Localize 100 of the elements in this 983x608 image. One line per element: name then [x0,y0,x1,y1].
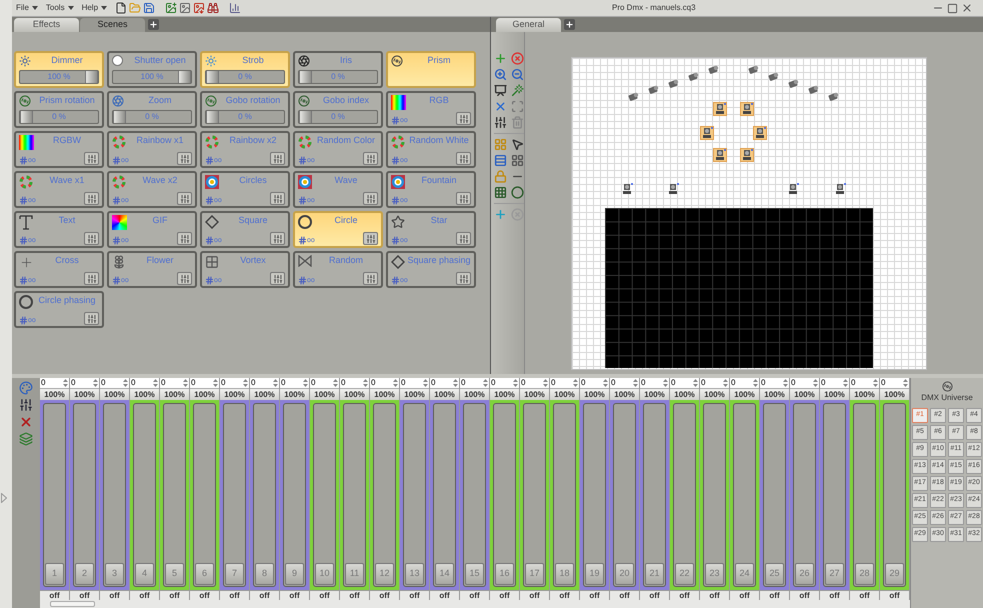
channel-state[interactable]: off [880,590,909,600]
channel-button[interactable]: 10 [315,563,334,585]
spinner-button[interactable] [482,378,489,388]
spinner-button[interactable] [62,378,69,388]
fixture[interactable] [833,182,847,196]
channel-button[interactable]: 18 [555,563,574,585]
spinner-button[interactable] [122,378,129,388]
slider-track[interactable]: 0 % [298,70,378,84]
spinner-button[interactable] [842,378,849,388]
fixture[interactable] [786,182,800,196]
fader-settings-button[interactable] [363,192,378,205]
fader-track[interactable]: 23 [703,403,726,587]
channel-button[interactable]: 16 [495,563,514,585]
fader-settings-button[interactable] [270,272,285,285]
pointer-icon[interactable] [510,138,524,151]
channel-state[interactable]: off [640,590,669,600]
channel-state[interactable]: off [160,590,189,600]
channel-state[interactable]: off [490,590,519,600]
spinner-button[interactable] [452,378,459,388]
channel-state[interactable]: off [520,590,549,600]
rows-icon[interactable] [494,154,507,167]
channel-state[interactable]: off [370,590,399,600]
image-add-icon[interactable] [165,2,178,14]
bar-chart-icon[interactable] [229,2,242,14]
fixture[interactable] [666,182,680,196]
menu-item[interactable]: Help [82,2,110,14]
channel-button[interactable]: 25 [765,563,784,585]
channel-button[interactable]: 27 [825,563,844,585]
channel-state[interactable]: off [670,590,699,600]
fixture[interactable] [700,126,714,140]
fixture[interactable] [740,102,754,116]
menu-item[interactable]: File [16,2,41,14]
spinner-button[interactable] [272,378,279,388]
effect-card[interactable]: Zoom 0 % [107,91,197,128]
slider-thumb[interactable] [85,71,98,83]
fader-track[interactable]: 14 [433,403,456,587]
value-input[interactable]: 0 [190,378,212,388]
channel-button[interactable]: 6 [195,563,214,585]
value-input[interactable]: 0 [430,378,452,388]
slider-track[interactable]: 100 % [19,70,99,84]
channel-button[interactable]: 15 [465,563,484,585]
slider-thumb[interactable] [113,111,126,123]
channel-button[interactable]: 13 [405,563,424,585]
fader-track[interactable]: 7 [223,403,246,587]
spinner-button[interactable] [152,378,159,388]
fader-settings-button[interactable] [456,152,471,165]
slider-track[interactable]: 0 % [19,110,99,124]
value-input[interactable]: 0 [520,378,542,388]
spinner-button[interactable] [722,378,729,388]
value-input[interactable]: 0 [550,378,572,388]
spinner-button[interactable] [692,378,699,388]
fixture[interactable] [713,102,727,116]
close-icon[interactable] [961,2,973,14]
effect-card[interactable]: Gobo rotation 0 % [200,91,290,128]
fader-settings-button[interactable] [177,232,192,245]
fader-track[interactable]: 25 [763,403,786,587]
slider-track[interactable]: 100 % [112,70,192,84]
channel-state[interactable]: off [790,590,819,600]
channel-button[interactable]: 24 [735,563,754,585]
channel-state[interactable]: off [700,590,729,600]
channel-button[interactable]: 20 [615,563,634,585]
image-icon[interactable] [179,2,192,14]
spinner-button[interactable] [182,378,189,388]
channel-state[interactable]: off [250,590,279,600]
fader-settings-button[interactable] [84,232,99,245]
fader-settings-button[interactable] [456,272,471,285]
spinner-button[interactable] [512,378,519,388]
fixture[interactable] [620,182,634,196]
grid-icon[interactable] [510,154,524,167]
spinner-button[interactable] [242,378,249,388]
spinner-button[interactable] [632,378,639,388]
circle-icon[interactable] [510,186,524,199]
channel-state[interactable]: off [100,590,129,600]
spinner-button[interactable] [752,378,759,388]
fader-settings-button[interactable] [177,272,192,285]
fader-track[interactable]: 9 [283,403,306,587]
value-input[interactable]: 0 [370,378,392,388]
spinner-button[interactable] [662,378,669,388]
value-input[interactable]: 0 [490,378,512,388]
tab[interactable]: Scenes [80,18,145,32]
spinner-button[interactable] [422,378,429,388]
remove-icon[interactable] [510,52,524,65]
channel-state[interactable]: off [460,590,489,600]
channel-state[interactable]: off [820,590,849,600]
menu-item[interactable]: Tools [46,2,77,14]
channel-button[interactable]: 8 [255,563,274,585]
channel-button[interactable]: 11 [345,563,364,585]
fader-track[interactable]: 17 [523,403,546,587]
effect-card[interactable]: Gobo index 0 % [293,91,383,128]
value-input[interactable]: 0 [610,378,632,388]
value-input[interactable]: 0 [340,378,362,388]
channel-button[interactable]: 28 [855,563,874,585]
fader-track[interactable]: 18 [553,403,576,587]
channel-button[interactable]: 26 [795,563,814,585]
fader-track[interactable]: 28 [853,403,876,587]
fader-track[interactable]: 4 [133,403,156,587]
channel-button[interactable]: 17 [525,563,544,585]
fader-track[interactable]: 11 [343,403,366,587]
fader-settings-button[interactable] [177,192,192,205]
fader-track[interactable]: 10 [313,403,336,587]
